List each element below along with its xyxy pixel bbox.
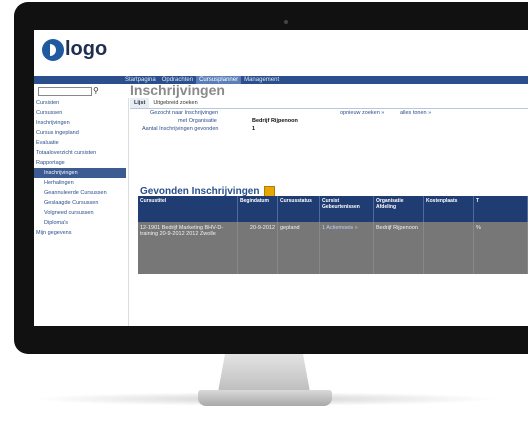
col-header-kostenplaats[interactable]: Kostenplaats xyxy=(424,196,474,222)
sidebar-item-evaluatie[interactable]: Evaluatie xyxy=(34,138,128,148)
search-input[interactable] xyxy=(38,87,92,96)
filter-org-value: Bedrijf Rijpenoon xyxy=(252,118,298,124)
sidebar-subitem-inschrijvingen[interactable]: Inschrijvingen xyxy=(34,168,126,178)
camera-icon xyxy=(284,20,288,24)
sidebar-subitem-diplomas[interactable]: Diploma's xyxy=(34,218,128,228)
table-header-row: Cursustitel Begindatum Cursusstatus Curs… xyxy=(138,196,528,222)
cell-cursustitel: 12-1901 Bedrijf Marketing BHV-D-training… xyxy=(138,222,238,274)
logo[interactable]: logo xyxy=(42,38,107,61)
show-all-link[interactable]: alles tonen » xyxy=(400,110,431,116)
col-header-cursusstatus[interactable]: Cursusstatus xyxy=(278,196,320,222)
tab-lijst[interactable]: Lijst xyxy=(130,98,150,108)
main-content: Lijst Uitgebreid zoeken Gezocht naar Ins… xyxy=(130,98,528,326)
sidebar-item-cursisten[interactable]: Cursisten xyxy=(34,98,128,108)
filter-org-label: met Organisatie xyxy=(178,118,217,124)
app-header: logo xyxy=(34,30,528,76)
cell-begindatum: 20-9-2012 xyxy=(238,222,278,274)
cell-gebeurtenissen-link[interactable]: 1 Actiemoeis » xyxy=(320,222,374,274)
screen: logo Startpagina Opdrachten Cursusplanne… xyxy=(34,30,528,326)
sidebar-item-totaaloverzicht[interactable]: Totaaloverzicht cursisten xyxy=(34,148,128,158)
cell-cursusstatus: gepland xyxy=(278,222,320,274)
results-table: Cursustitel Begindatum Cursusstatus Curs… xyxy=(138,196,528,274)
col-header-organisatie[interactable]: Organisatie Afdeling xyxy=(374,196,424,222)
cell-kostenplaats xyxy=(424,222,474,274)
table-row[interactable]: 12-1901 Bedrijf Marketing BHV-D-training… xyxy=(138,222,528,274)
cell-organisatie: Bedrijf Rijpenoon xyxy=(374,222,424,274)
monitor-stand-neck xyxy=(218,352,310,392)
sidebar-subitem-volgneed[interactable]: Volgneed cursussen xyxy=(34,208,128,218)
logo-text: logo xyxy=(65,38,108,60)
sidebar-item-cursus-ingepland[interactable]: Cursus ingepland xyxy=(34,128,128,138)
search-summary: Gezocht naar Inschrijvingen met Organisa… xyxy=(130,110,528,150)
sidebar-item-inschrijvingen[interactable]: Inschrijvingen xyxy=(34,118,128,128)
logo-mark-icon xyxy=(42,38,64,61)
top-nav: Startpagina Opdrachten Cursusplanner Man… xyxy=(34,76,528,84)
sidebar-subitem-herhalingen[interactable]: Herhalingen xyxy=(34,178,128,188)
sidebar-subitem-geslaagde[interactable]: Geslaagde Cursussen xyxy=(34,198,128,208)
filter-heading: Gezocht naar Inschrijvingen xyxy=(150,110,219,116)
search-again-link[interactable]: opnieuw zoeken » xyxy=(340,110,384,116)
page-title: Inschrijvingen xyxy=(130,82,225,98)
tab-bar: Lijst Uitgebreid zoeken xyxy=(130,98,528,109)
nav-item-management[interactable]: Management xyxy=(241,76,282,84)
col-header-cursustitel[interactable]: Cursustitel xyxy=(138,196,238,222)
filter-count-label: Aantal Inschrijvingen gevonden xyxy=(142,126,219,132)
search-area: ⚲ xyxy=(34,86,122,96)
tab-uitgebreid-zoeken[interactable]: Uitgebreid zoeken xyxy=(149,98,201,108)
filter-count-value: 1 xyxy=(252,126,256,132)
sidebar-item-rapportage[interactable]: Rapportage xyxy=(34,158,128,168)
col-header-gebeurtenissen[interactable]: Cursist Gebeurtenissen xyxy=(320,196,374,222)
cell-extra: % xyxy=(474,222,528,274)
monitor-stand-base xyxy=(198,390,332,406)
col-header-begindatum[interactable]: Begindatum xyxy=(238,196,278,222)
search-icon[interactable]: ⚲ xyxy=(93,86,99,95)
col-header-extra[interactable]: T xyxy=(474,196,528,222)
sidebar-subitem-geannuleerde[interactable]: Geannuleerde Cursussen xyxy=(34,188,128,198)
sidebar-item-mijn-gegevens[interactable]: Mijn gegevens xyxy=(34,228,128,238)
sidebar: Cursisten Cursussen Inschrijvingen Cursu… xyxy=(34,98,129,326)
sidebar-item-cursussen[interactable]: Cursussen xyxy=(34,108,128,118)
